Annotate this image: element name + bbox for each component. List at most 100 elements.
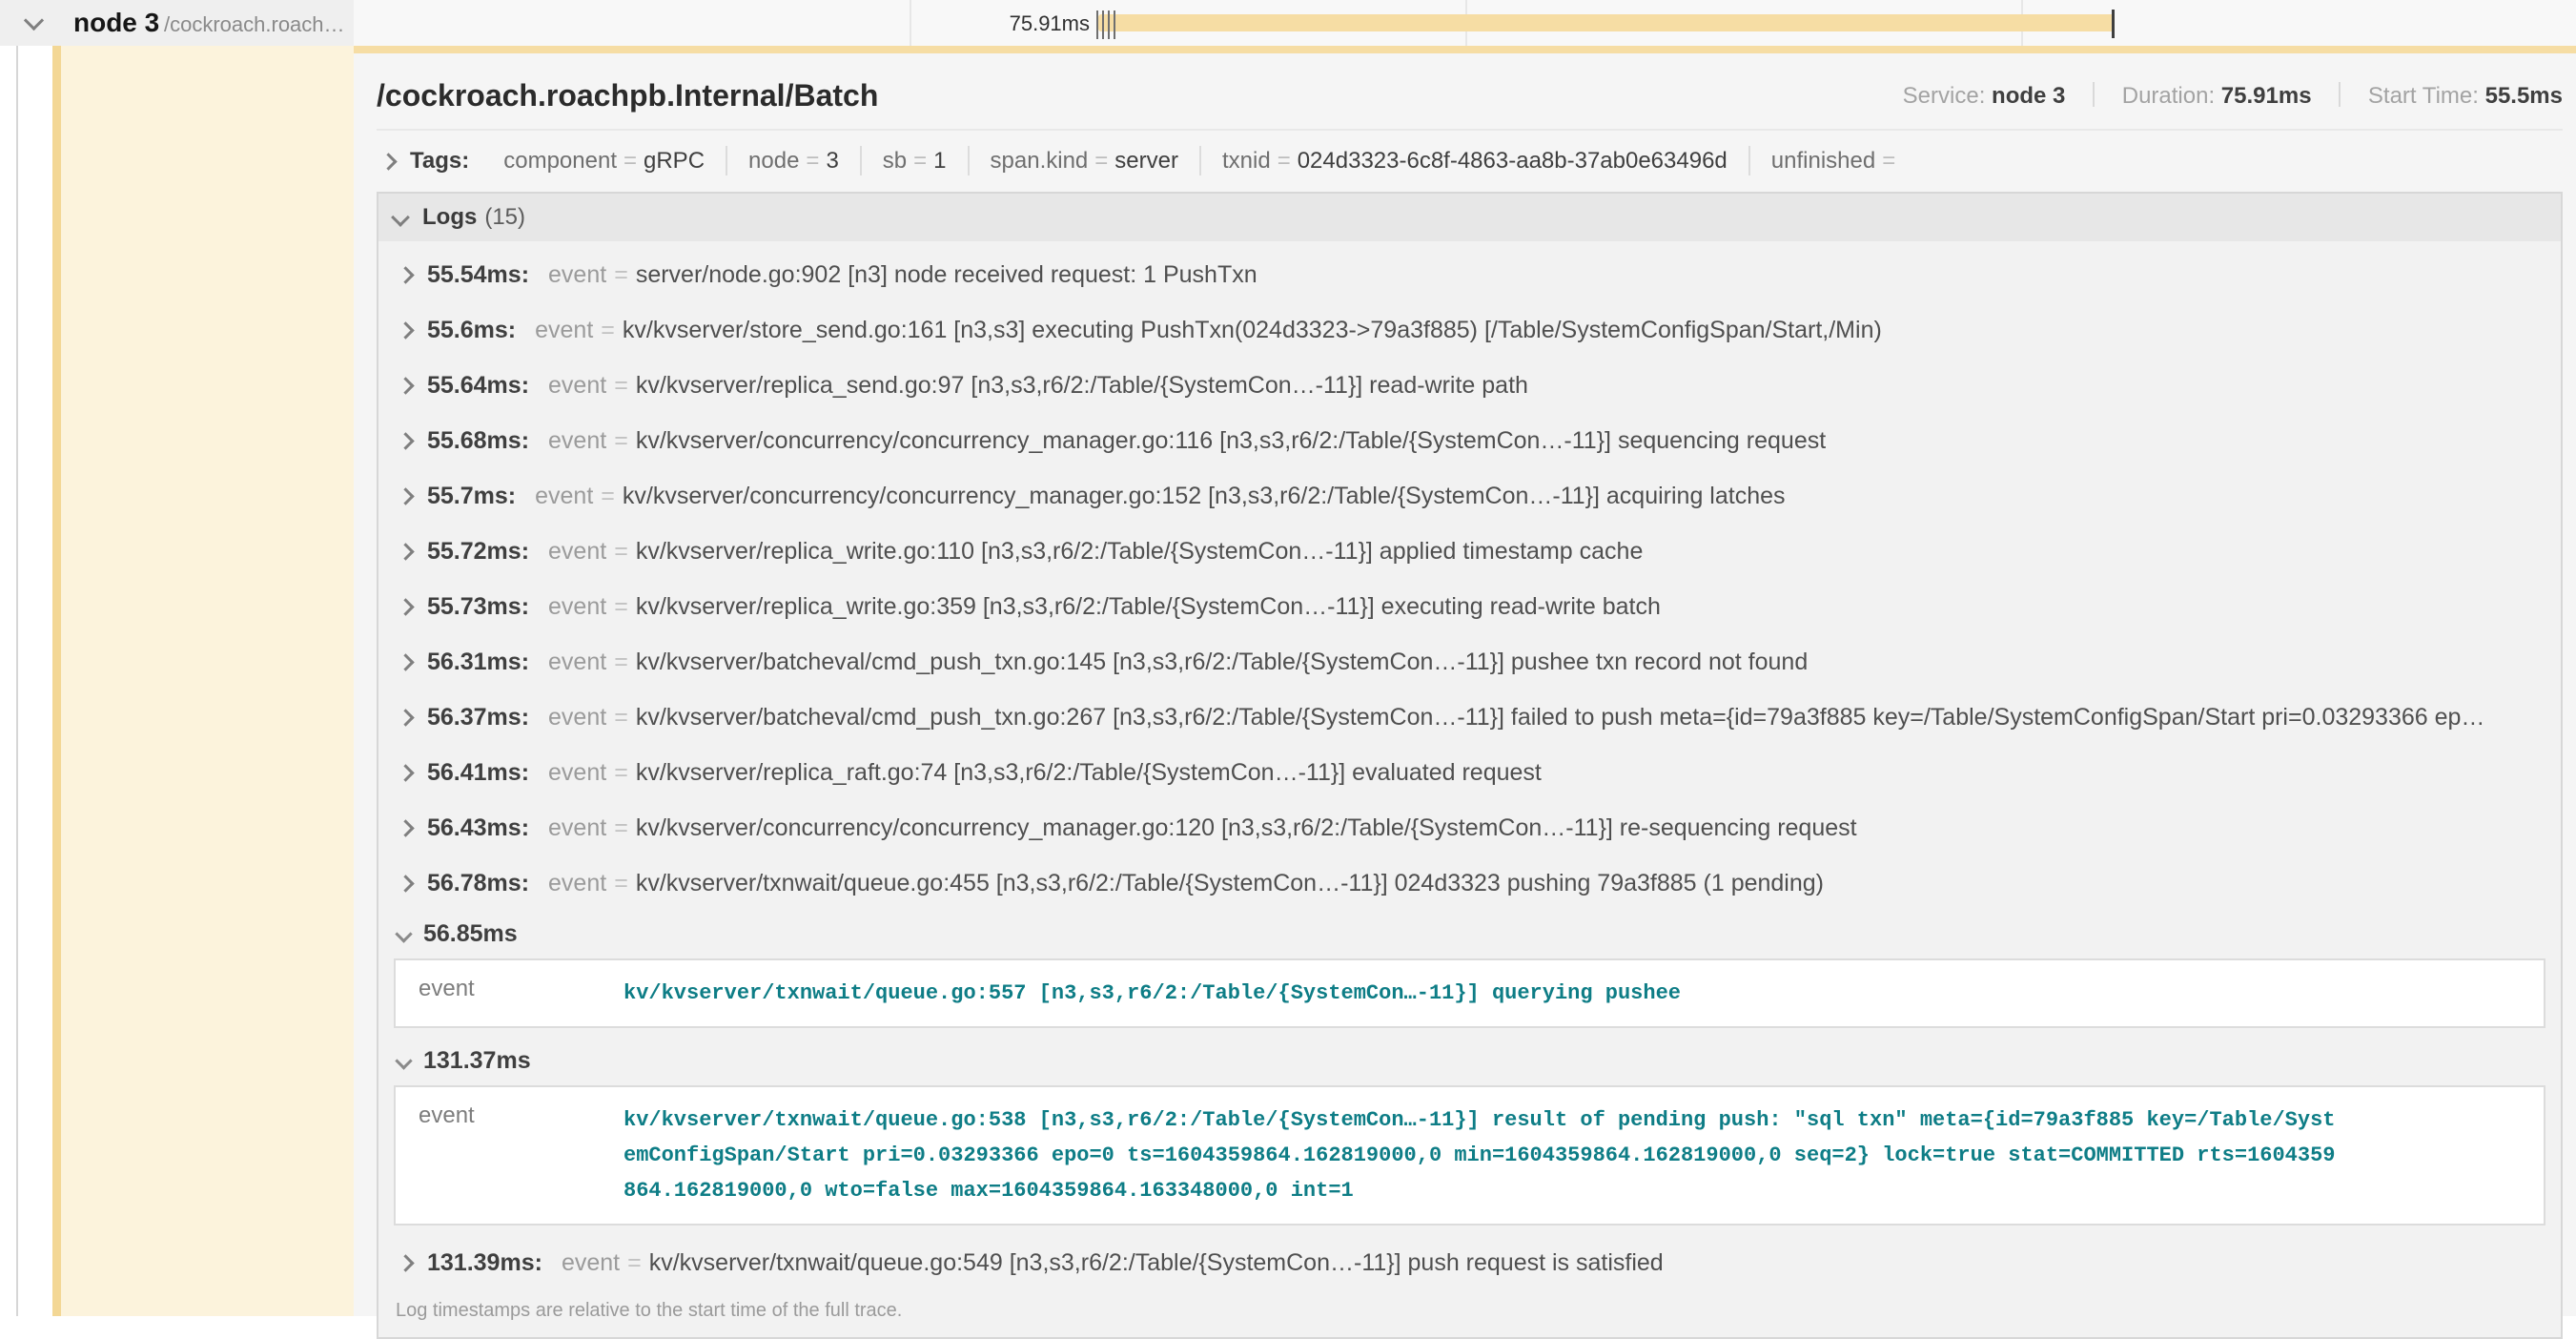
log-row[interactable]: 131.39ms: event = kv/kvserver/txnwait/qu…	[394, 1235, 2545, 1290]
log-field: event = kv/kvserver/replica_write.go:359…	[548, 593, 1661, 621]
log-field: event = kv/kvserver/txnwait/queue.go:455…	[548, 870, 1824, 897]
log-row[interactable]: 55.73ms: event = kv/kvserver/replica_wri…	[394, 579, 2545, 634]
duration-label: Duration:	[2122, 83, 2215, 109]
span-row[interactable]: node 3 /cockroach.roach… 75.91ms	[0, 0, 2576, 46]
collapse-chevron-icon[interactable]	[24, 10, 44, 31]
log-detail-table: event kv/kvserver/txnwait/queue.go:557 […	[394, 958, 2545, 1028]
log-timestamp: 56.37ms:	[427, 704, 529, 731]
log-timestamp: 131.37ms	[423, 1047, 531, 1075]
log-collapse-chevron-icon[interactable]	[395, 1052, 412, 1069]
log-field-value: kv/kvserver/replica_write.go:359 [n3,s3,…	[636, 593, 1661, 621]
span-detail-panel: /cockroach.roachpb.Internal/Batch Servic…	[354, 53, 2576, 1316]
detail-top-accent	[354, 46, 2576, 53]
logs-header[interactable]: Logs (15)	[378, 194, 2561, 241]
log-row[interactable]: 56.43ms: event = kv/kvserver/concurrency…	[394, 800, 2545, 855]
log-field-key: event	[548, 759, 606, 787]
log-expand-chevron-icon[interactable]	[397, 266, 414, 283]
log-timestamp: 56.85ms	[423, 920, 518, 948]
log-field: event = kv/kvserver/batcheval/cmd_push_t…	[548, 704, 2484, 731]
tag-value: 024d3323-6c8f-4863-aa8b-37ab0e63496d	[1298, 148, 1728, 174]
log-field-value: kv/kvserver/concurrency/concurrency_mana…	[623, 483, 1786, 510]
tag-item: sb=1	[860, 146, 968, 175]
span-timeline-cell[interactable]: 75.91ms	[354, 0, 2576, 46]
detail-header: /cockroach.roachpb.Internal/Batch Servic…	[377, 78, 2563, 113]
tag-key: txnid	[1222, 148, 1271, 174]
log-field-key: event	[548, 261, 606, 289]
tag-key: node	[748, 148, 799, 174]
tags-accordion[interactable]: Tags: component=gRPCnode=3sb=1span.kind=…	[377, 148, 2563, 175]
span-name-cell[interactable]: node 3 /cockroach.roach…	[0, 0, 354, 46]
log-field: event = kv/kvserver/concurrency/concurre…	[548, 814, 1857, 842]
log-expand-chevron-icon[interactable]	[397, 487, 414, 505]
service-value: node 3	[1992, 83, 2065, 109]
log-row[interactable]: 56.41ms: event = kv/kvserver/replica_raf…	[394, 745, 2545, 800]
log-field-key: event	[548, 649, 606, 676]
detail-meta: Service: node 3 Duration: 75.91ms Start …	[1903, 82, 2563, 110]
span-log-ticks	[1096, 10, 1119, 39]
log-expand-chevron-icon[interactable]	[397, 764, 414, 781]
tag-value: 3	[826, 148, 838, 174]
log-field: event = kv/kvserver/txnwait/queue.go:549…	[562, 1249, 1664, 1277]
log-expand-chevron-icon[interactable]	[397, 653, 414, 670]
tag-equals: =	[907, 148, 933, 174]
log-expand-chevron-icon[interactable]	[397, 321, 414, 339]
log-expand-chevron-icon[interactable]	[397, 875, 414, 892]
log-field-equals: =	[606, 427, 636, 455]
log-row[interactable]: 55.72ms: event = kv/kvserver/replica_wri…	[394, 524, 2545, 579]
log-row[interactable]: 55.64ms: event = kv/kvserver/replica_sen…	[394, 358, 2545, 413]
log-field-value: kv/kvserver/store_send.go:161 [n3,s3] ex…	[623, 317, 1882, 344]
tags-label: Tags:	[410, 148, 469, 175]
log-field-equals: =	[606, 372, 636, 400]
tag-item: txnid=024d3323-6c8f-4863-aa8b-37ab0e6349…	[1199, 146, 1748, 175]
log-field-key: event	[548, 814, 606, 842]
log-timestamp: 55.6ms:	[427, 317, 516, 344]
tag-key: span.kind	[991, 148, 1089, 174]
logs-footer-note: Log timestamps are relative to the start…	[394, 1290, 2545, 1337]
meta-divider	[2339, 82, 2341, 107]
log-field-key: event	[535, 483, 593, 510]
log-field-equals: =	[606, 538, 636, 566]
logs-collapse-chevron-icon[interactable]	[391, 208, 410, 227]
log-expand-chevron-icon[interactable]	[397, 432, 414, 449]
tags-expand-chevron-icon[interactable]	[379, 153, 397, 170]
log-row[interactable]: 55.6ms: event = kv/kvserver/store_send.g…	[394, 302, 2545, 358]
log-expand-chevron-icon[interactable]	[397, 543, 414, 560]
log-field-key: event	[396, 1102, 624, 1208]
log-timestamp: 55.72ms:	[427, 538, 529, 566]
log-row-expanded-header[interactable]: 56.85ms	[394, 911, 2545, 957]
log-field-key: event	[396, 976, 624, 1011]
log-field-equals: =	[606, 759, 636, 787]
log-row[interactable]: 56.78ms: event = kv/kvserver/txnwait/que…	[394, 855, 2545, 911]
log-field-key: event	[548, 870, 606, 897]
log-expand-chevron-icon[interactable]	[397, 598, 414, 615]
log-timestamp: 56.43ms:	[427, 814, 529, 842]
tag-key: component	[503, 148, 617, 174]
log-row-expanded-header[interactable]: 131.37ms	[394, 1038, 2545, 1083]
log-field-equals: =	[593, 317, 623, 344]
log-field-key: event	[548, 372, 606, 400]
logs-body: 55.54ms: event = server/node.go:902 [n3]…	[378, 241, 2561, 1337]
log-expand-chevron-icon[interactable]	[397, 709, 414, 726]
tag-equals: =	[799, 148, 826, 174]
tag-value: 1	[933, 148, 946, 174]
log-field-equals: =	[606, 261, 636, 289]
log-expand-chevron-icon[interactable]	[397, 819, 414, 836]
log-timestamp: 131.39ms:	[427, 1249, 542, 1277]
log-row[interactable]: 55.68ms: event = kv/kvserver/concurrency…	[394, 413, 2545, 468]
header-divider	[377, 129, 2563, 131]
log-expand-chevron-icon[interactable]	[397, 1254, 414, 1271]
log-row[interactable]: 55.54ms: event = server/node.go:902 [n3]…	[394, 247, 2545, 302]
log-field-key: event	[535, 317, 593, 344]
log-field-equals: =	[606, 814, 636, 842]
log-row[interactable]: 56.37ms: event = kv/kvserver/batcheval/c…	[394, 690, 2545, 745]
span-duration-bar[interactable]	[1098, 14, 2115, 31]
log-row[interactable]: 56.31ms: event = kv/kvserver/batcheval/c…	[394, 634, 2545, 690]
log-field-equals: =	[606, 870, 636, 897]
tag-equals: =	[1088, 148, 1114, 174]
tag-key: sb	[883, 148, 907, 174]
start-time-value: 55.5ms	[2485, 83, 2563, 109]
tag-item: unfinished=	[1748, 146, 1923, 175]
log-row[interactable]: 55.7ms: event = kv/kvserver/concurrency/…	[394, 468, 2545, 524]
log-collapse-chevron-icon[interactable]	[395, 925, 412, 942]
log-expand-chevron-icon[interactable]	[397, 377, 414, 394]
